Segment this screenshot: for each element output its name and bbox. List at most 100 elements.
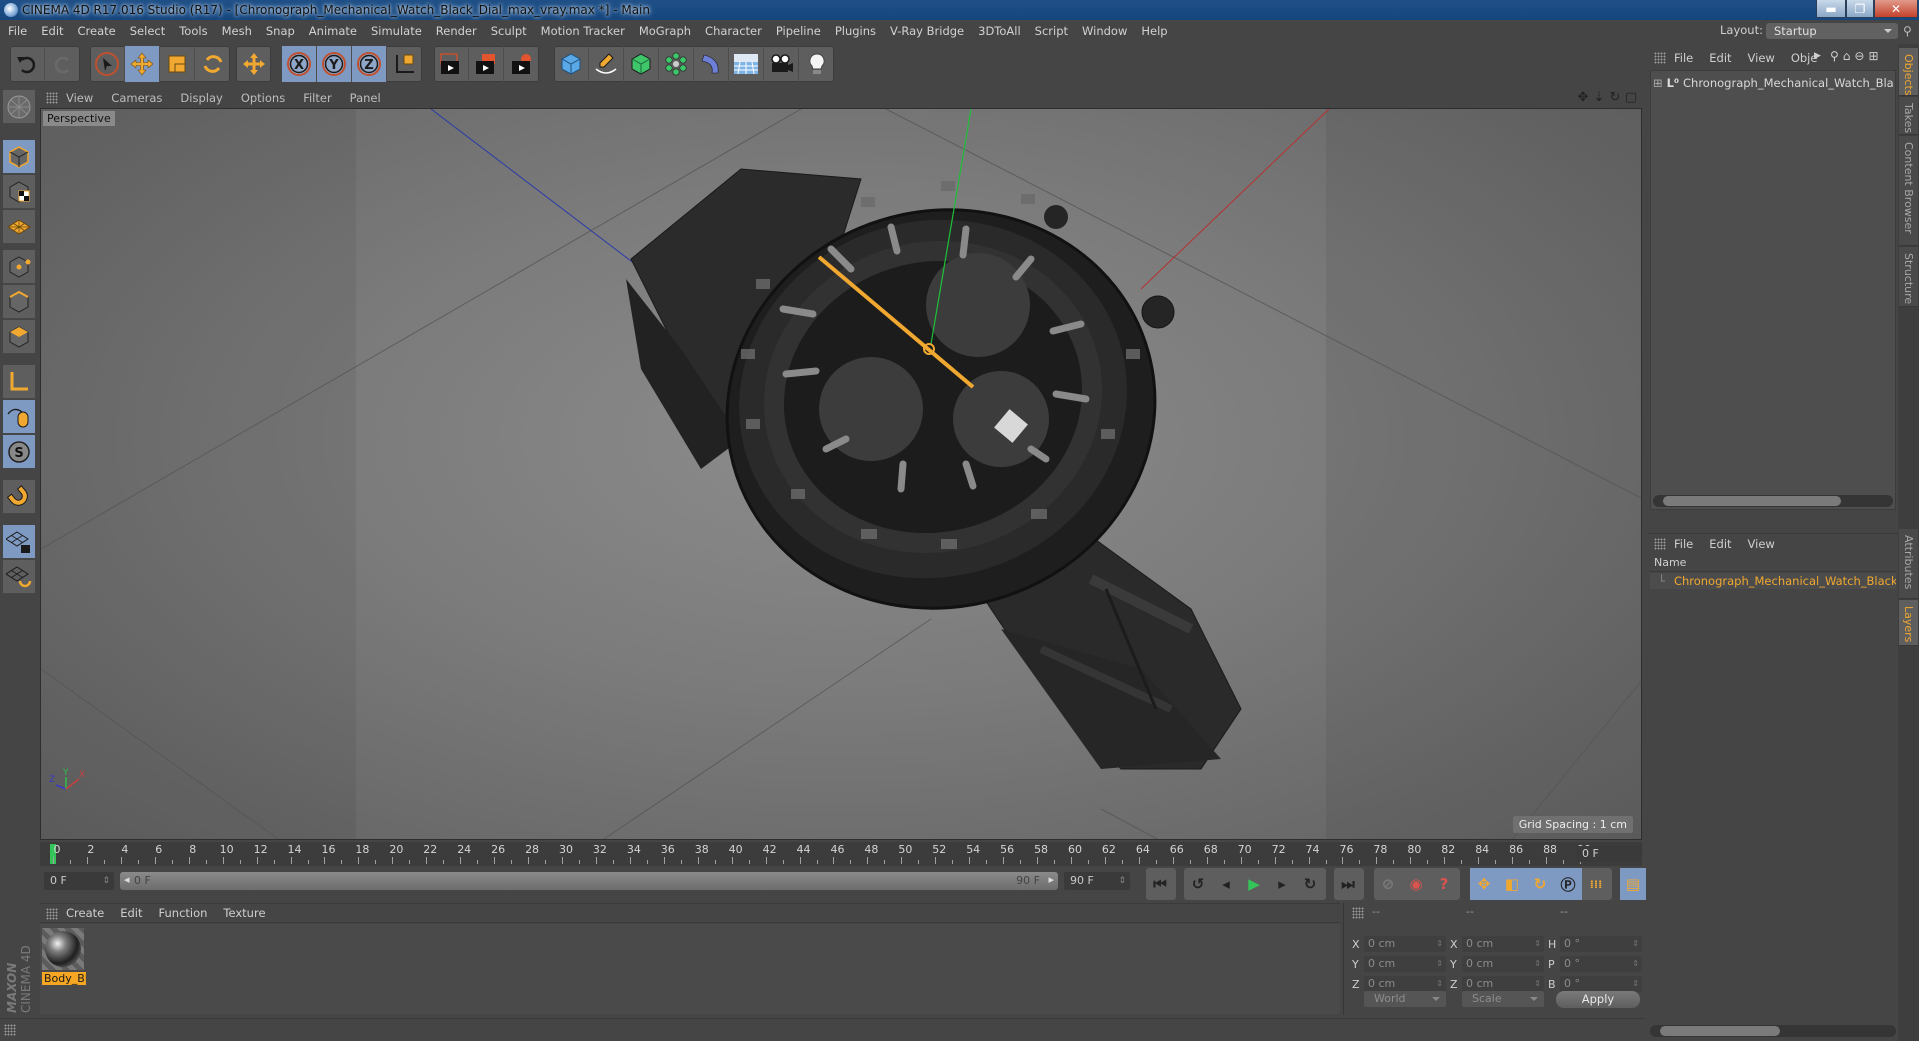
panel-grip-icon[interactable] xyxy=(1654,538,1666,550)
menu-mograph[interactable]: MoGraph xyxy=(639,24,691,38)
points-mode-button[interactable] xyxy=(3,250,35,284)
cube-button[interactable] xyxy=(554,46,589,82)
make-editable-button[interactable] xyxy=(3,90,35,124)
menu-3dtoall[interactable]: 3DToAll xyxy=(978,24,1021,38)
zoom-view-icon[interactable]: ⇣ xyxy=(1592,89,1606,105)
go-to-start-button[interactable]: ⏮ xyxy=(1146,868,1174,900)
subdivision-button[interactable] xyxy=(624,46,659,82)
position-x-field[interactable]: 0 cm ⇕ xyxy=(1364,936,1446,952)
tab-content-browser[interactable]: Content Browser xyxy=(1899,136,1918,246)
search-icon[interactable]: ⚲ xyxy=(1903,24,1917,38)
viewport-menu-options[interactable]: Options xyxy=(241,91,285,105)
material-menu-edit[interactable]: Edit xyxy=(120,906,142,920)
previous-key-button[interactable]: ↺ xyxy=(1184,868,1212,900)
menu-mesh[interactable]: Mesh xyxy=(222,24,252,38)
size-x-field[interactable]: 0 cm ⇕ xyxy=(1462,936,1544,952)
rotate-view-icon[interactable]: ↻ xyxy=(1608,89,1622,105)
scroll-thumb[interactable] xyxy=(1663,496,1841,506)
menu-snap[interactable]: Snap xyxy=(266,24,295,38)
panel-grip-icon[interactable] xyxy=(46,908,58,920)
viewport-menu-view[interactable]: View xyxy=(66,91,93,105)
spinner-icon[interactable]: ⇕ xyxy=(1534,936,1541,952)
tab-structure[interactable]: Structure xyxy=(1899,247,1918,307)
key-rotation-button[interactable]: ↻ xyxy=(1526,868,1554,900)
layer-row[interactable]: └ Chronograph_Mechanical_Watch_Black_Dia… xyxy=(1650,573,1896,589)
texture-mode-button[interactable] xyxy=(3,175,35,209)
render-picture-viewer-button[interactable] xyxy=(469,46,504,82)
scale-tool-button[interactable] xyxy=(160,46,195,82)
material-item[interactable]: Body_Bl xyxy=(42,928,86,985)
object-menu-file[interactable]: File xyxy=(1674,51,1693,65)
perspective-viewport[interactable]: Z Y X Perspective Grid Spacing : 1 cm xyxy=(40,108,1642,840)
minimize-button[interactable]: ▬ xyxy=(1816,0,1846,18)
size-y-field[interactable]: 0 cm ⇕ xyxy=(1462,956,1544,972)
material-menu-create[interactable]: Create xyxy=(66,906,104,920)
coordinate-system-button[interactable] xyxy=(387,46,422,82)
solo-button[interactable]: S xyxy=(3,435,35,469)
size-z-field[interactable]: 0 cm ⇕ xyxy=(1462,976,1544,992)
spinner-icon[interactable]: ⇕ xyxy=(1436,936,1443,952)
spinner-icon[interactable]: ⇕ xyxy=(1632,956,1639,972)
panel-grip-icon[interactable] xyxy=(1654,52,1666,64)
polygons-mode-button[interactable] xyxy=(3,320,35,354)
spinner-icon[interactable]: ⇕ xyxy=(1436,956,1443,972)
tweak-mode-button[interactable] xyxy=(3,400,35,434)
render-view-button[interactable] xyxy=(434,46,469,82)
tab-attributes[interactable]: Attributes xyxy=(1899,529,1918,599)
axis-mode-button[interactable] xyxy=(3,365,35,399)
menu-tools[interactable]: Tools xyxy=(179,24,207,38)
record-help-button[interactable]: ? xyxy=(1430,868,1458,900)
go-to-end-button[interactable]: ⏭ xyxy=(1334,868,1362,900)
apply-button[interactable]: Apply xyxy=(1556,991,1640,1008)
menu-simulate[interactable]: Simulate xyxy=(371,24,422,38)
position-z-field[interactable]: 0 cm ⇕ xyxy=(1364,976,1446,992)
menu-pipeline[interactable]: Pipeline xyxy=(776,24,821,38)
layer-menu-file[interactable]: File xyxy=(1674,537,1693,551)
model-mode-button[interactable] xyxy=(3,140,35,174)
key-pla-button[interactable]: ⁞⁞⁞ xyxy=(1582,868,1610,900)
rotation-p-field[interactable]: 0 ° ⇕ xyxy=(1560,956,1642,972)
object-menu-edit[interactable]: Edit xyxy=(1709,51,1731,65)
menu-render[interactable]: Render xyxy=(436,24,477,38)
spinner-icon[interactable]: ⇕ xyxy=(1632,936,1639,952)
link-icon[interactable]: ⊖ xyxy=(1854,49,1864,63)
undo-button[interactable] xyxy=(10,46,45,82)
workplane-button[interactable] xyxy=(3,210,35,244)
menu-file[interactable]: File xyxy=(8,24,27,38)
toggle-layout-icon[interactable]: ▢ xyxy=(1624,89,1638,105)
menu-create[interactable]: Create xyxy=(78,24,116,38)
viewport-menu-filter[interactable]: Filter xyxy=(303,91,331,105)
cloner-button[interactable] xyxy=(659,46,694,82)
edges-mode-button[interactable] xyxy=(3,285,35,319)
start-frame-field[interactable]: 0 F ⇕ xyxy=(44,872,114,890)
spinner-icon[interactable]: ⇕ xyxy=(1436,976,1443,992)
object-manager-hscroll[interactable] xyxy=(1653,495,1893,507)
workplane-grid-button[interactable] xyxy=(3,560,35,594)
panel-grip-icon[interactable] xyxy=(1352,907,1364,919)
menu-character[interactable]: Character xyxy=(705,24,762,38)
rotation-h-field[interactable]: 0 ° ⇕ xyxy=(1560,936,1642,952)
menu-script[interactable]: Script xyxy=(1035,24,1068,38)
select-tool-button[interactable] xyxy=(90,46,125,82)
floor-button[interactable] xyxy=(729,46,764,82)
redo-button[interactable] xyxy=(45,46,80,82)
tab-objects[interactable]: Objects xyxy=(1899,48,1918,96)
play-button[interactable]: ▶ xyxy=(1240,868,1268,900)
x-axis-lock-button[interactable]: X xyxy=(282,46,317,82)
viewport-menu-cameras[interactable]: Cameras xyxy=(111,91,162,105)
menu-select[interactable]: Select xyxy=(130,24,165,38)
spinner-icon[interactable]: ⇕ xyxy=(1534,956,1541,972)
object-row[interactable]: ⊞ L⁰ Chronograph_Mechanical_Watch_Black_… xyxy=(1653,75,1893,91)
add-object-button[interactable] xyxy=(236,46,271,82)
maximize-button[interactable]: ❐ xyxy=(1846,0,1874,18)
menu-window[interactable]: Window xyxy=(1082,24,1127,38)
spinner-icon[interactable]: ⇕ xyxy=(1632,976,1639,992)
timeline-window-button[interactable]: ▤ xyxy=(1620,868,1646,900)
menu-sculpt[interactable]: Sculpt xyxy=(491,24,527,38)
y-axis-lock-button[interactable]: Y xyxy=(317,46,352,82)
camera-button[interactable] xyxy=(764,46,799,82)
next-frame-button[interactable]: ▸ xyxy=(1268,868,1296,900)
spinner-icon[interactable]: ⇕ xyxy=(1534,976,1541,992)
expand-icon[interactable]: ⊞ xyxy=(1653,76,1663,90)
tab-takes[interactable]: Takes xyxy=(1899,97,1918,135)
